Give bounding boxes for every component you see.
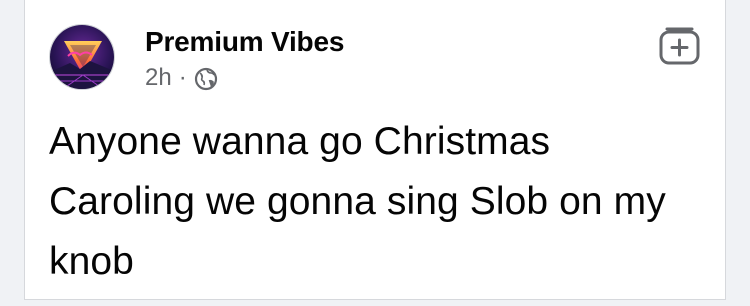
globe-icon <box>194 67 218 91</box>
post-card: Premium Vibes 2h · Anyone wanna go Chris… <box>24 0 726 300</box>
post-meta: 2h · <box>145 64 218 92</box>
add-to-collection-icon[interactable] <box>659 24 701 66</box>
avatar-image <box>50 25 114 89</box>
author-name[interactable]: Premium Vibes <box>145 26 344 58</box>
post-header: Premium Vibes 2h · <box>49 24 701 96</box>
meta-separator: · <box>178 64 187 91</box>
avatar[interactable] <box>49 24 115 90</box>
post-text: Anyone wanna go Christmas Caroling we go… <box>49 120 666 283</box>
post-timestamp[interactable]: 2h <box>145 64 172 92</box>
